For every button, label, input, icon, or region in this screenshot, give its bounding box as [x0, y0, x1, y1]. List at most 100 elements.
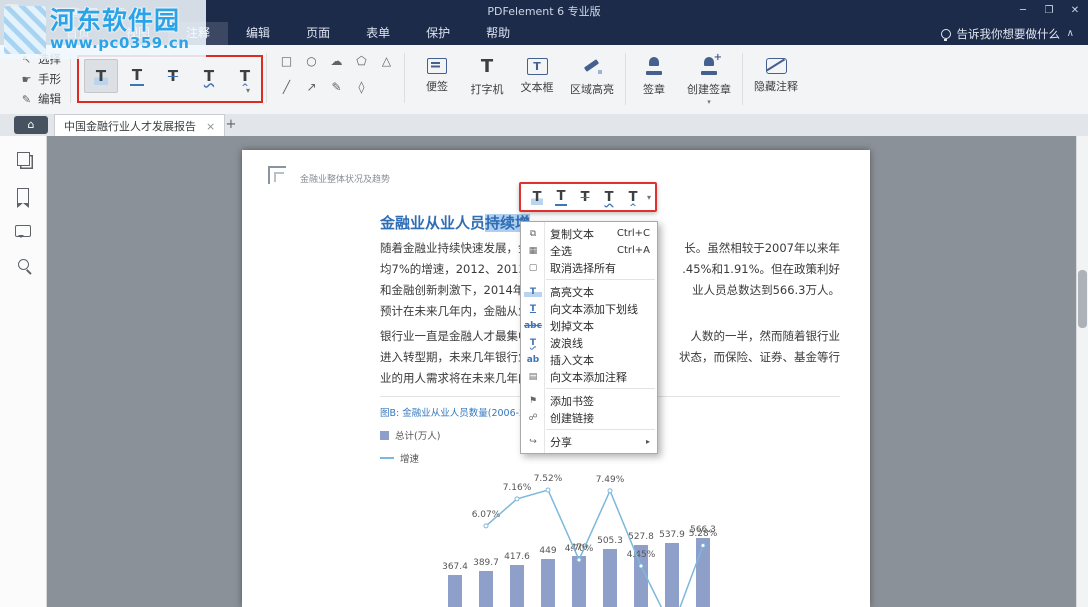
document-heading: 金融业从业人员持续增	[380, 212, 530, 233]
text-fragment-right: 业人员总数达到566.3万人。	[692, 282, 840, 303]
edit-tool-button[interactable]: ✎编辑	[20, 89, 61, 109]
context-menu-item[interactable]: ab 插入文本	[521, 351, 657, 368]
highlight-icon: T	[531, 190, 544, 205]
minimize-button[interactable]: ─	[1010, 0, 1036, 22]
context-menu-item[interactable]: abc划掉文本	[521, 317, 657, 334]
home-button[interactable]: ⌂	[14, 116, 48, 134]
chart: 367.4389.76.07%417.67.16%4497.52%4704.70…	[442, 458, 752, 607]
note-icon: ▤	[524, 372, 542, 382]
menu-item-label: 取消选择所有	[550, 260, 616, 276]
toolbar-dropdown-icon[interactable]: ▾	[647, 193, 651, 202]
menu-tab[interactable]: 帮助	[468, 22, 528, 45]
document-tab[interactable]: 中国金融行业人才发展报告 ×	[54, 114, 225, 137]
highlight-icon: T	[524, 287, 542, 297]
left-sidebar	[0, 136, 47, 607]
menu-tab[interactable]: 页面	[288, 22, 348, 45]
squiggly-tool-button[interactable]: T	[192, 59, 226, 93]
underline-tool-button[interactable]: T	[549, 186, 573, 208]
caret-tool-button[interactable]: T	[228, 59, 262, 93]
scrollbar-thumb[interactable]	[1078, 270, 1087, 328]
typewriter-icon: T	[481, 55, 493, 77]
context-menu-item[interactable]: ☍创建链接	[521, 409, 657, 426]
collapse-ribbon-button[interactable]: ∧	[1067, 22, 1074, 45]
search-button[interactable]	[18, 259, 29, 270]
highlight-icon: T	[94, 68, 108, 85]
close-tab-icon[interactable]: ×	[206, 120, 215, 133]
stamp-button[interactable]: 签章	[629, 49, 679, 109]
context-menu-item[interactable]: ▦全选Ctrl+A	[521, 242, 657, 259]
growth-line	[442, 458, 752, 607]
context-menu-item[interactable]: T波浪线	[521, 334, 657, 351]
typewriter-label: 打字机	[471, 81, 504, 97]
floating-toolbar-tools: TTTTT	[525, 186, 645, 208]
menu-item-shortcut: Ctrl+A	[617, 245, 650, 256]
comments-panel-button[interactable]	[15, 225, 31, 237]
ribbon-divider	[266, 53, 267, 103]
thumbnails-panel-button[interactable]	[17, 152, 30, 166]
vertical-scrollbar[interactable]	[1076, 136, 1088, 607]
help-hint-label: 告诉我你想要做什么	[957, 26, 1061, 42]
deselect-icon: ▢	[524, 263, 542, 273]
floating-annotation-toolbar: TTTTT ▾	[519, 182, 657, 212]
rectangle-tool-button[interactable]: □	[274, 48, 299, 74]
submenu-arrow-icon: ▸	[646, 437, 650, 446]
context-menu-item[interactable]: ▤ 向文本添加注释	[521, 368, 657, 385]
menu-tab[interactable]: 表单	[348, 22, 408, 45]
caret-tool-button[interactable]: T	[621, 186, 645, 208]
menu-item-label: 插入文本	[550, 352, 594, 368]
link-icon: ☍	[524, 413, 542, 423]
watermark-url: www.pc0359.cn	[50, 34, 189, 52]
pencil-tool-button[interactable]: ✎	[324, 74, 349, 100]
help-hint[interactable]: 告诉我你想要做什么	[941, 26, 1061, 42]
context-menu-item[interactable]: T向文本添加下划线	[521, 300, 657, 317]
create-stamp-icon: +	[699, 55, 719, 77]
menu-tab[interactable]: 保护	[408, 22, 468, 45]
menu-tab[interactable]: 编辑	[228, 22, 288, 45]
context-menu-item[interactable]: ▢ 取消选择所有	[521, 259, 657, 276]
squiggly-icon: T	[202, 68, 216, 85]
section-header: 金融业整体状况及趋势	[300, 172, 390, 185]
ellipse-tool-button[interactable]: ○	[299, 48, 324, 74]
legend-label-growth: 增速	[400, 451, 419, 465]
create-stamp-label: 创建签章	[687, 81, 731, 97]
hand-tool-button[interactable]: ☛手形	[20, 69, 61, 89]
context-menu-item[interactable]: ⧉复制文本Ctrl+C	[521, 225, 657, 242]
triangle-tool-button[interactable]: △	[374, 48, 399, 74]
menu-item-label: 向文本添加注释	[550, 369, 627, 385]
squiggly-tool-button[interactable]: T	[597, 186, 621, 208]
context-menu-item[interactable]: T高亮文本	[521, 283, 657, 300]
maximize-button[interactable]: ❐	[1036, 0, 1062, 22]
strikethrough-icon: T	[166, 68, 180, 85]
text-fragment-right: .45%和1.91%。但在政策利好	[682, 261, 840, 282]
text-tools-dropdown-icon[interactable]: ▾	[246, 86, 250, 95]
cloud-tool-button[interactable]: ☁	[324, 48, 349, 74]
hide-annotations-button[interactable]: 隐藏注释	[746, 49, 806, 109]
strikethrough-tool-button[interactable]: T	[156, 59, 190, 93]
typewriter-button[interactable]: T 打字机	[462, 49, 512, 109]
bar-swatch	[380, 431, 389, 440]
strikethrough-icon: T	[579, 190, 592, 205]
highlight-tool-button[interactable]: T	[525, 186, 549, 208]
eraser-tool-button[interactable]: ◊	[349, 74, 374, 100]
note-button[interactable]: 便签	[412, 49, 462, 109]
underline-tool-button[interactable]: T	[120, 59, 154, 93]
watermark-logo	[4, 6, 46, 54]
insert-icon: ab	[524, 355, 542, 365]
text-markup-tools: TTTTT	[84, 59, 262, 93]
bookmarks-panel-button[interactable]	[17, 188, 29, 203]
polygon-tool-button[interactable]: ⬠	[349, 48, 374, 74]
document-tab-bar: ⌂ 中国金融行业人才发展报告 × +	[0, 114, 1088, 137]
area-highlight-button[interactable]: 区域高亮	[562, 49, 622, 109]
line-tool-button[interactable]: ╱	[274, 74, 299, 100]
context-menu-item[interactable]: ⚑添加书签	[521, 392, 657, 409]
create-stamp-button[interactable]: +创建签章▾	[679, 49, 739, 109]
arrow-tool-button[interactable]: ↗	[299, 74, 324, 100]
bulb-icon	[941, 29, 951, 39]
highlight-tool-button[interactable]: T	[84, 59, 118, 93]
textbox-button[interactable]: T文本框	[512, 49, 562, 109]
close-button[interactable]: ✕	[1062, 0, 1088, 22]
new-tab-button[interactable]: +	[222, 116, 240, 134]
context-menu-item[interactable]: ↪分享▸	[521, 433, 657, 450]
strikethrough-tool-button[interactable]: T	[573, 186, 597, 208]
heading-text: 金融业从业人员	[380, 214, 485, 232]
